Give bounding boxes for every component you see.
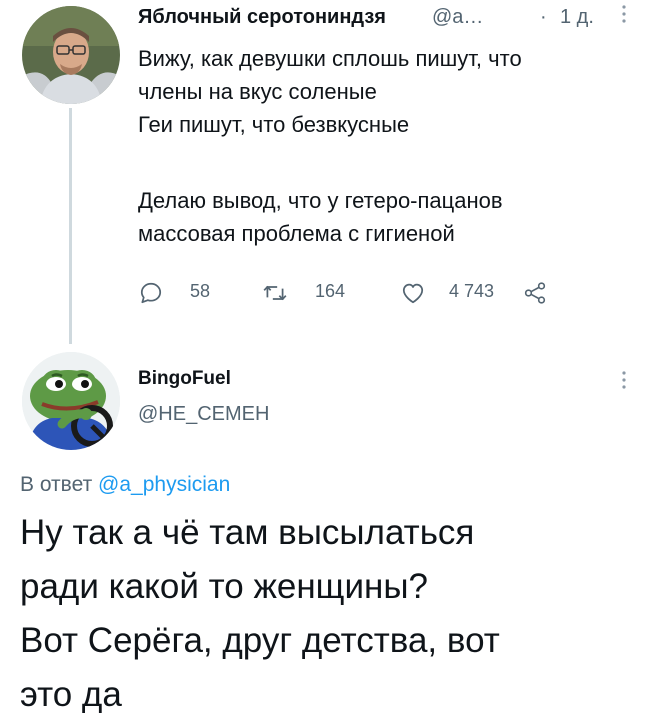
user-handle[interactable]: @a… [432,6,483,29]
display-name[interactable]: BingoFuel [138,368,231,390]
tweet-text-line: Ну так а чё там высылаться [20,513,475,552]
avatar[interactable] [22,352,120,450]
tweet-text-line: Геи пишут, что безвкусные [138,112,410,137]
tweet-text: Вижу, как девушки сплошь пишут, что член… [138,42,638,250]
retweet-count: 164 [315,281,346,301]
tweet-text-line: Делаю вывод, что у гетеро-пацанов [138,188,503,213]
tweet-text-line: массовая проблема с гигиеной [138,221,455,246]
tweet-text-line: Вижу, как девушки сплошь пишут, что [138,46,522,71]
thread-line [69,108,72,344]
avatar[interactable] [22,6,120,104]
tweet-text: Ну так а чё там высылаться ради какой то… [20,506,650,722]
reply-mention-link[interactable]: @a_physician [98,473,230,496]
tweet-text-line: члены на вкус соленые [138,79,377,104]
share-icon [524,282,546,304]
reply-count: 58 [190,281,211,301]
reply-context: В ответ @a_physician [20,473,230,497]
like-count: 4 743 [449,281,495,301]
avatar-frog-image [22,352,120,450]
timestamp[interactable]: 1 д. [560,6,594,29]
retweet-icon [263,285,287,301]
separator-dot: · [540,6,547,28]
avatar-photo [22,6,120,104]
more-icon[interactable] [617,2,631,26]
reply-icon [140,282,162,304]
tweet-text-line: ради какой то женщины? [20,567,428,606]
like-icon [402,283,424,304]
display-name[interactable]: Яблочный серотониндзя [138,6,386,29]
user-handle[interactable]: @НЕ_СЕМЕН [138,403,269,426]
reply-prefix: В ответ [20,473,93,496]
more-icon[interactable] [617,368,631,392]
tweet-text-line: Вот Серёга, друг детства, вот [20,621,500,660]
tweet-text-line: это да [20,675,122,714]
